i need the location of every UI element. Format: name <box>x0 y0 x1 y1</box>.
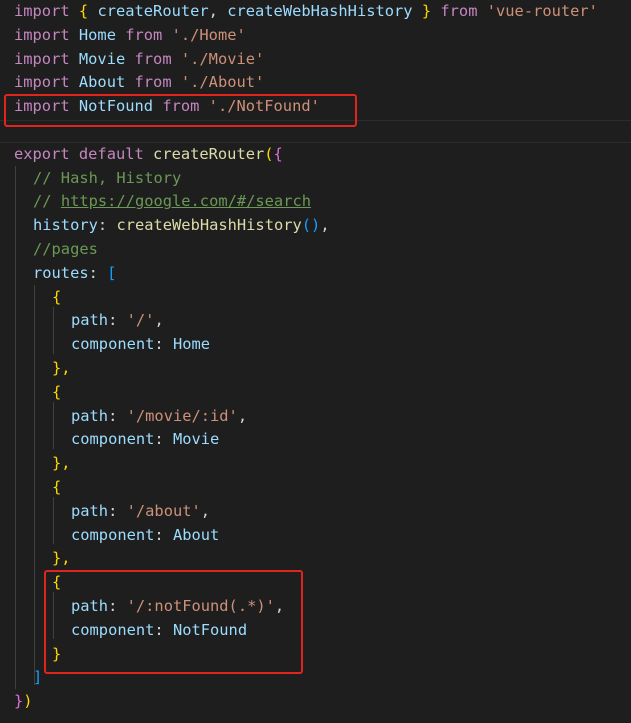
route-close-brace[interactable]: }, <box>52 452 71 476</box>
brace-close: } <box>14 692 24 711</box>
keyword-export: export <box>14 144 70 163</box>
comma: , <box>208 2 218 20</box>
path-value: '/' <box>126 311 155 330</box>
paren-close: ) <box>23 692 33 711</box>
property-key: component <box>71 335 155 354</box>
code-line-2[interactable]: import Home from './Home' <box>14 24 246 48</box>
component-value: Home <box>172 335 211 354</box>
route-open-brace[interactable]: { <box>52 381 61 405</box>
keyword-import: import <box>14 2 70 20</box>
colon: : <box>88 263 98 282</box>
property-key: path <box>71 311 109 330</box>
component-value: Movie <box>172 430 220 449</box>
parens: () <box>301 216 321 235</box>
code-line-10[interactable]: history: createWebHashHistory(), <box>33 214 330 238</box>
import-name: createWebHashHistory <box>227 2 413 20</box>
code-line-12[interactable]: routes: [ <box>33 262 116 286</box>
path-value: '/about' <box>126 501 201 520</box>
brace-open: { <box>273 144 283 163</box>
indent-guide <box>53 402 54 449</box>
keyword-from: from <box>134 73 172 92</box>
bracket-open: [ <box>107 263 117 282</box>
module-string: './Movie' <box>180 49 265 68</box>
code-line-11[interactable]: //pages <box>33 238 98 262</box>
code-line-1[interactable]: import { createRouter, createWebHashHist… <box>14 0 598 24</box>
code-line-4[interactable]: import About from './About' <box>14 71 264 95</box>
code-line-9[interactable]: // https://google.com/#/search <box>33 190 311 214</box>
comment: //pages <box>33 240 98 258</box>
code-line-7[interactable]: export default createRouter({ <box>14 143 283 167</box>
route-component-line[interactable]: component: Movie <box>71 428 219 452</box>
route-close-brace[interactable]: }, <box>52 547 71 571</box>
highlight-box-import <box>4 94 357 127</box>
indent-guide <box>53 497 54 544</box>
comma: , <box>320 216 330 235</box>
indent-guide <box>53 307 54 354</box>
comment-prefix: // <box>33 192 61 211</box>
route-path-line[interactable]: path: '/movie/:id', <box>71 405 247 429</box>
keyword-import: import <box>14 25 70 44</box>
route-component-line[interactable]: component: About <box>71 524 219 548</box>
code-line-8[interactable]: // Hash, History <box>33 167 181 191</box>
keyword-from: from <box>125 25 163 44</box>
comment-link[interactable]: https://google.com/#/search <box>61 192 311 210</box>
import-name: Movie <box>78 49 126 68</box>
route-component-line[interactable]: component: Home <box>71 333 210 357</box>
code-editor[interactable]: import { createRouter, createWebHashHist… <box>0 0 631 723</box>
paren-open: ( <box>264 144 274 163</box>
colon: : <box>97 216 108 235</box>
brace-close: } <box>421 2 432 20</box>
property-key: routes <box>33 263 89 282</box>
keyword-import: import <box>14 73 70 92</box>
comment: // Hash, History <box>33 168 182 187</box>
import-name: createRouter <box>97 2 209 20</box>
property-key: component <box>71 430 155 449</box>
route-close-brace[interactable]: }, <box>52 357 71 381</box>
module-string: './About' <box>180 73 265 92</box>
function-name: createRouter <box>153 144 265 163</box>
keyword-default: default <box>78 144 144 163</box>
code-line-3[interactable]: import Movie from './Movie' <box>14 48 264 72</box>
component-value: About <box>172 525 220 544</box>
property-key: path <box>71 501 109 520</box>
module-string: './Home' <box>171 25 246 44</box>
keyword-import: import <box>14 49 70 68</box>
brace-open: { <box>78 2 89 20</box>
route-open-brace[interactable]: { <box>52 286 61 310</box>
module-string: 'vue-router' <box>486 2 598 20</box>
indent-guide <box>15 166 16 689</box>
route-open-brace[interactable]: { <box>52 476 61 500</box>
code-line-close-bracket[interactable]: ] <box>33 666 42 690</box>
highlight-box-route <box>44 570 303 674</box>
keyword-from: from <box>440 2 478 20</box>
property-key: history <box>33 216 98 235</box>
function-name: createWebHashHistory <box>116 216 302 235</box>
route-path-line[interactable]: path: '/about', <box>71 500 210 524</box>
import-name: Home <box>78 25 116 44</box>
indent-guide <box>34 285 35 685</box>
property-key: component <box>71 525 155 544</box>
property-key: path <box>71 406 109 425</box>
route-path-line[interactable]: path: '/', <box>71 309 164 333</box>
path-value: '/movie/:id' <box>126 406 238 425</box>
import-name: About <box>78 73 126 92</box>
keyword-from: from <box>134 49 172 68</box>
code-line-close[interactable]: }) <box>14 690 33 714</box>
